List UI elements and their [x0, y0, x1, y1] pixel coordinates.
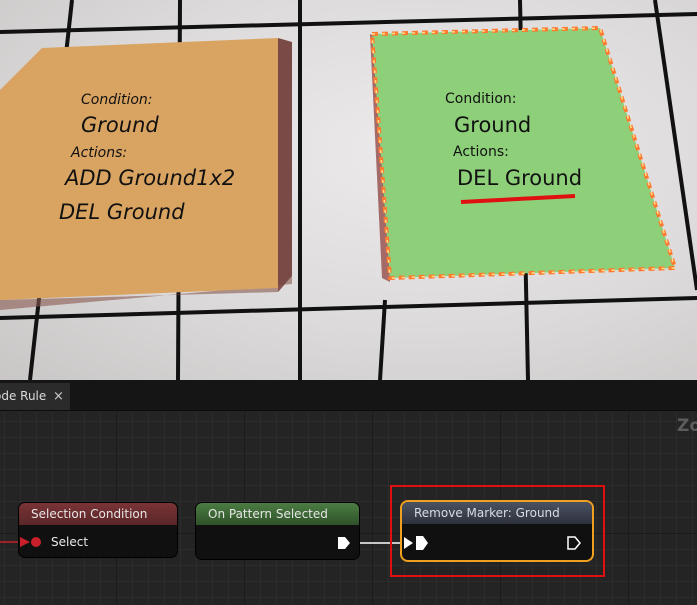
right-condition-value: Ground [454, 113, 532, 137]
select-pin-label: Select [51, 535, 89, 549]
floor-grid [0, 0, 697, 380]
node-title: On Pattern Selected [196, 503, 359, 525]
highlight-box [390, 485, 605, 577]
select-pin-icon[interactable] [20, 535, 50, 549]
node-on-pattern-selected[interactable]: On Pattern Selected [196, 503, 359, 559]
left-actions-label: Actions: [71, 145, 128, 161]
viewport-3d[interactable]: Condition: Ground Actions: ADD Ground1x2… [0, 0, 697, 380]
exec-out-pin-icon[interactable] [337, 536, 351, 550]
left-condition-label: Condition: [81, 92, 153, 108]
right-tile [369, 25, 678, 281]
left-action-1: ADD Ground1x2 [65, 166, 236, 190]
left-action-2: DEL Ground [59, 200, 185, 224]
right-condition-label: Condition: [445, 91, 517, 107]
right-action-1: DEL Ground [457, 166, 583, 190]
left-condition-value: Ground [81, 113, 159, 137]
node-title: Selection Condition [19, 503, 177, 525]
right-actions-label: Actions: [453, 144, 509, 160]
